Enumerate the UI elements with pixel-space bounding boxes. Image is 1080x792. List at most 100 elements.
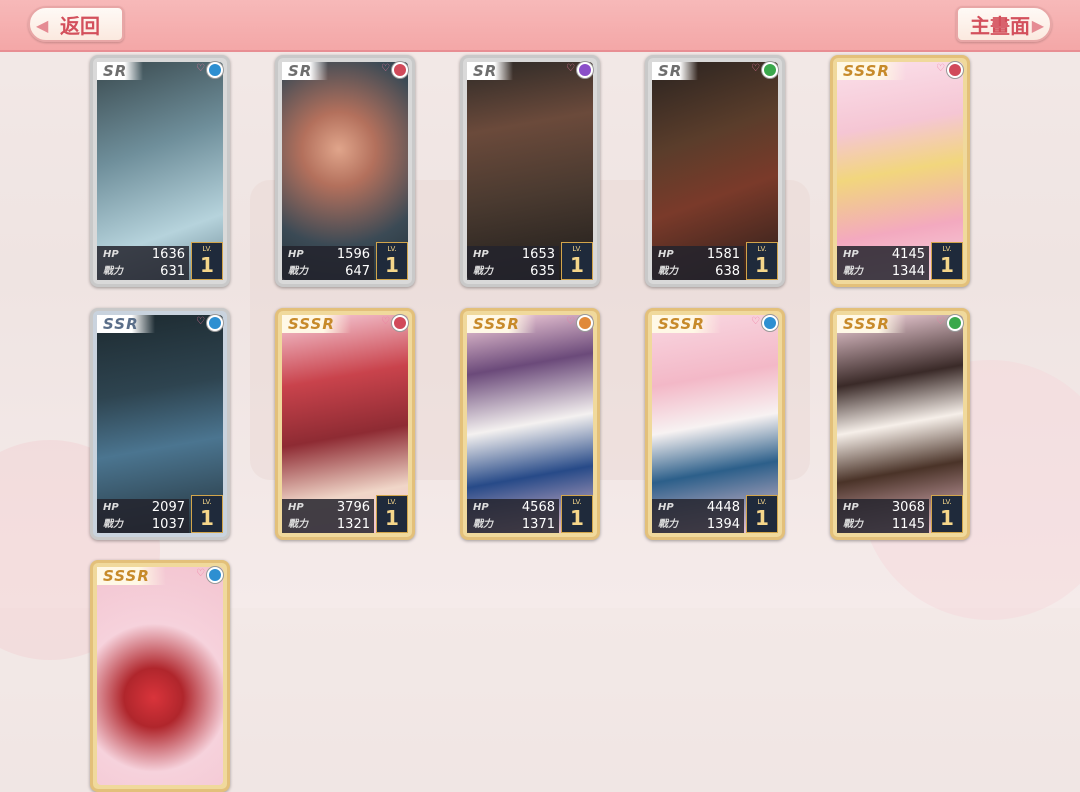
hp-label: HP — [658, 249, 674, 260]
hp-value: 4448 — [706, 500, 740, 515]
hp-label: HP — [288, 502, 304, 513]
element-icon — [761, 314, 779, 332]
hp-value: 1596 — [336, 247, 370, 262]
power-label: 戰力 — [658, 266, 678, 277]
element-icon — [391, 314, 409, 332]
character-card[interactable]: SR ♡ HP 1596 戰力 647 LV. 1 — [275, 55, 415, 287]
level-badge: LV. 1 — [746, 242, 778, 280]
rarity-badge: SSSR — [97, 567, 166, 585]
card-stats: HP 3796 戰力 1321 — [282, 499, 374, 533]
main-screen-button-label: 主畫面 — [970, 13, 1030, 38]
character-card[interactable]: SSSR ♡ HP 4448 戰力 1394 LV. 1 — [645, 308, 785, 540]
level-value: 1 — [200, 506, 214, 530]
level-badge: LV. 1 — [931, 242, 963, 280]
level-badge: LV. 1 — [191, 495, 223, 533]
rarity-badge: SSSR — [837, 315, 906, 333]
heart-icon: ♡ — [196, 316, 205, 327]
power-value: 635 — [530, 264, 555, 279]
level-value: 1 — [755, 253, 769, 277]
power-label: 戰力 — [288, 519, 308, 530]
hp-value: 4568 — [521, 500, 555, 515]
power-label: 戰力 — [473, 266, 493, 277]
power-value: 1371 — [521, 517, 555, 532]
rarity-badge: SSSR — [652, 315, 721, 333]
rarity-badge: SSR — [97, 315, 155, 333]
hp-value: 1653 — [521, 247, 555, 262]
character-card[interactable]: SR ♡ HP 1581 戰力 638 LV. 1 — [645, 55, 785, 287]
power-label: 戰力 — [103, 519, 123, 530]
power-value: 638 — [715, 264, 740, 279]
level-value: 1 — [940, 253, 954, 277]
power-label: 戰力 — [658, 519, 678, 530]
level-value: 1 — [755, 506, 769, 530]
back-arrow-icon: ◀ — [36, 16, 49, 35]
element-icon — [206, 61, 224, 79]
heart-icon: ♡ — [566, 316, 575, 327]
hp-value: 1581 — [706, 247, 740, 262]
hp-value: 3068 — [891, 500, 925, 515]
rarity-badge: SSSR — [282, 315, 351, 333]
power-value: 1344 — [891, 264, 925, 279]
element-icon — [576, 61, 594, 79]
character-card[interactable]: SSSR ♡ — [90, 560, 230, 792]
card-stats: HP 1581 戰力 638 — [652, 246, 744, 280]
power-value: 1394 — [706, 517, 740, 532]
hp-label: HP — [103, 502, 119, 513]
card-stats: HP 4568 戰力 1371 — [467, 499, 559, 533]
heart-icon: ♡ — [936, 316, 945, 327]
character-art — [97, 567, 223, 785]
character-card[interactable]: SSSR ♡ HP 3796 戰力 1321 LV. 1 — [275, 308, 415, 540]
power-value: 631 — [160, 264, 185, 279]
element-icon — [206, 566, 224, 584]
character-card[interactable]: SR ♡ HP 1653 戰力 635 LV. 1 — [460, 55, 600, 287]
character-card[interactable]: SR ♡ HP 1636 戰力 631 LV. 1 — [90, 55, 230, 287]
rarity-badge: SR — [467, 62, 514, 80]
level-value: 1 — [385, 506, 399, 530]
back-button-label: 返回 — [60, 13, 100, 38]
character-card[interactable]: SSR ♡ HP 2097 戰力 1037 LV. 1 — [90, 308, 230, 540]
level-badge: LV. 1 — [931, 495, 963, 533]
rarity-badge: SSSR — [837, 62, 906, 80]
level-value: 1 — [570, 253, 584, 277]
card-stats: HP 4145 戰力 1344 — [837, 246, 929, 280]
hp-label: HP — [473, 502, 489, 513]
top-bar: ◀ 返回 主畫面 ▶ — [0, 0, 1080, 52]
heart-icon: ♡ — [196, 568, 205, 579]
hp-label: HP — [473, 249, 489, 260]
level-badge: LV. 1 — [561, 495, 593, 533]
forward-arrow-icon: ▶ — [1031, 16, 1044, 35]
character-card[interactable]: SSSR ♡ HP 3068 戰力 1145 LV. 1 — [830, 308, 970, 540]
hp-value: 2097 — [151, 500, 185, 515]
card-stats: HP 1636 戰力 631 — [97, 246, 189, 280]
element-icon — [761, 61, 779, 79]
heart-icon: ♡ — [936, 63, 945, 74]
heart-icon: ♡ — [566, 63, 575, 74]
card-stats: HP 2097 戰力 1037 — [97, 499, 189, 533]
power-label: 戰力 — [288, 266, 308, 277]
power-label: 戰力 — [103, 266, 123, 277]
back-button[interactable]: ◀ 返回 — [28, 6, 124, 42]
card-stats: HP 3068 戰力 1145 — [837, 499, 929, 533]
power-label: 戰力 — [843, 266, 863, 277]
heart-icon: ♡ — [381, 63, 390, 74]
element-icon — [391, 61, 409, 79]
level-badge: LV. 1 — [191, 242, 223, 280]
hp-label: HP — [843, 249, 859, 260]
card-stats: HP 4448 戰力 1394 — [652, 499, 744, 533]
main-screen-button[interactable]: 主畫面 ▶ — [956, 6, 1052, 42]
element-icon — [576, 314, 594, 332]
heart-icon: ♡ — [751, 316, 760, 327]
power-value: 1145 — [891, 517, 925, 532]
level-badge: LV. 1 — [561, 242, 593, 280]
rarity-badge: SR — [652, 62, 699, 80]
hp-value: 3796 — [336, 500, 370, 515]
character-card[interactable]: SSSR ♡ HP 4568 戰力 1371 LV. 1 — [460, 308, 600, 540]
rarity-badge: SR — [282, 62, 329, 80]
hp-label: HP — [103, 249, 119, 260]
level-value: 1 — [940, 506, 954, 530]
character-card[interactable]: SSSR ♡ HP 4145 戰力 1344 LV. 1 — [830, 55, 970, 287]
card-stats: HP 1653 戰力 635 — [467, 246, 559, 280]
rarity-badge: SR — [97, 62, 144, 80]
card-stats: HP 1596 戰力 647 — [282, 246, 374, 280]
element-icon — [206, 314, 224, 332]
